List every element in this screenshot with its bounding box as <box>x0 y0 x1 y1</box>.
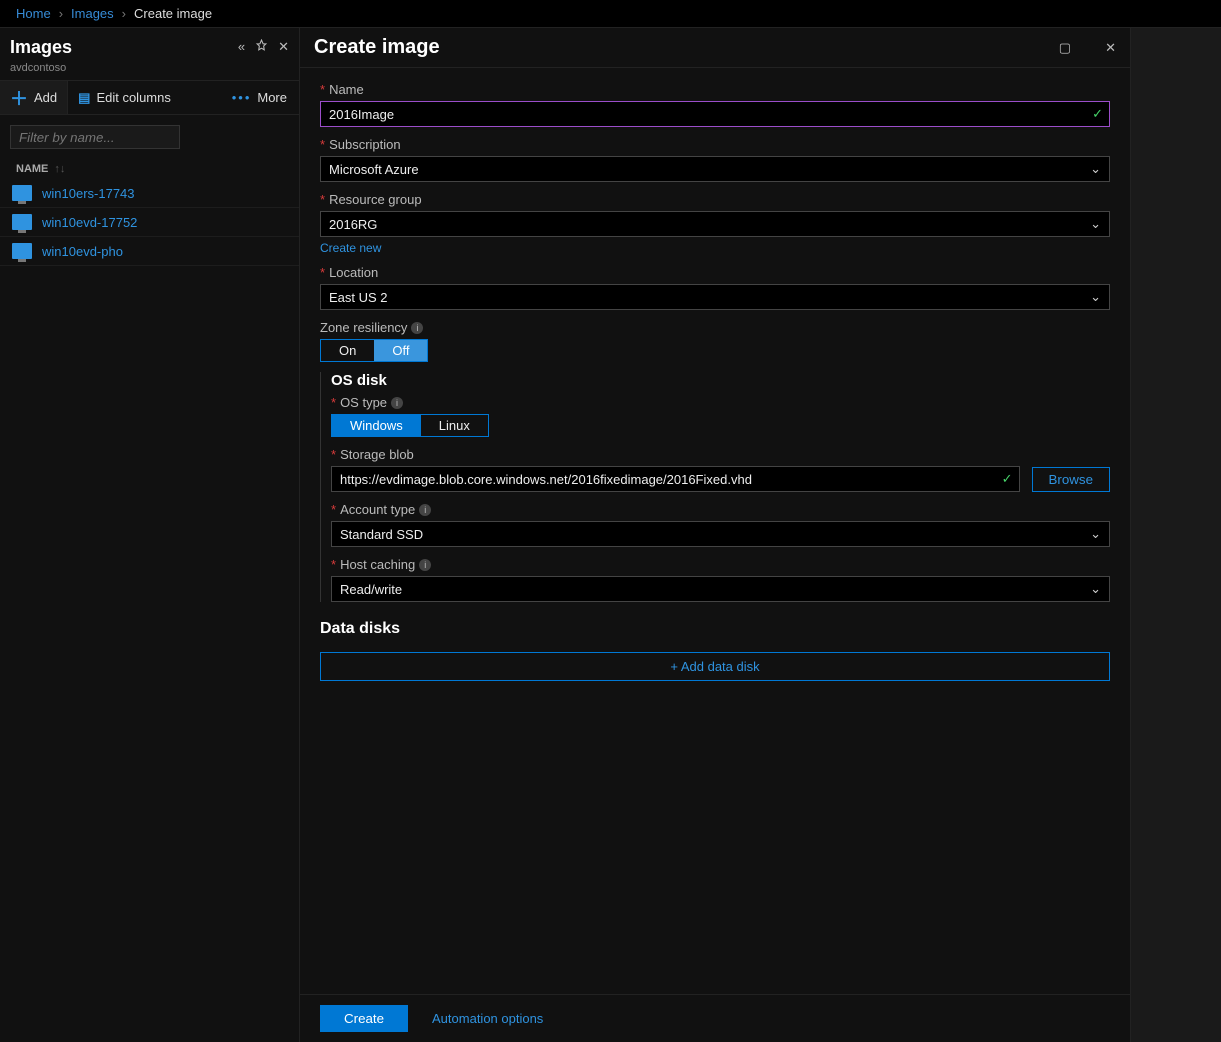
account-type-label: Account type <box>340 502 415 517</box>
os-type-label: OS type <box>340 395 387 410</box>
add-button[interactable]: ＋ Add <box>0 81 68 114</box>
right-gutter <box>1131 28 1221 1042</box>
images-toolbar: ＋ Add ▤ Edit columns ••• More <box>0 81 299 115</box>
chevron-right-icon: › <box>122 6 126 21</box>
add-button-label: Add <box>34 90 57 105</box>
more-label: More <box>257 90 287 105</box>
columns-icon: ▤ <box>78 90 90 106</box>
location-dropdown[interactable]: East US 2 ⌄ <box>320 284 1110 310</box>
close-icon[interactable]: ✕ <box>278 39 289 55</box>
host-caching-label: Host caching <box>340 557 415 572</box>
storage-blob-input[interactable]: https://evdimage.blob.core.windows.net/2… <box>331 466 1020 492</box>
list-item[interactable]: win10evd-pho <box>0 237 299 266</box>
chevron-down-icon: ⌄ <box>1090 161 1101 177</box>
os-disk-heading: OS disk <box>331 372 1110 389</box>
breadcrumb-current: Create image <box>134 6 212 21</box>
storage-blob-label: Storage blob <box>340 447 414 462</box>
list-item-label: win10evd-17752 <box>42 215 137 230</box>
zone-on-option[interactable]: On <box>321 340 374 361</box>
pin-icon[interactable] <box>255 39 268 55</box>
more-button[interactable]: ••• More <box>220 81 299 114</box>
list-item-label: win10evd-pho <box>42 244 123 259</box>
create-button[interactable]: Create <box>320 1005 408 1032</box>
sort-icon: ↑↓ <box>54 163 65 175</box>
create-image-title: Create image <box>314 36 1059 59</box>
account-type-dropdown[interactable]: Standard SSD ⌄ <box>331 521 1110 547</box>
location-label: Location <box>329 265 378 280</box>
os-linux-option[interactable]: Linux <box>421 415 488 436</box>
breadcrumb-home[interactable]: Home <box>16 6 51 21</box>
list-item-label: win10ers-17743 <box>42 186 135 201</box>
check-icon: ✓ <box>1002 471 1013 487</box>
resource-group-label: Resource group <box>329 192 422 207</box>
close-icon[interactable]: ✕ <box>1105 40 1116 56</box>
name-input[interactable]: 2016Image ✓ <box>320 101 1110 127</box>
info-icon[interactable]: i <box>391 397 403 409</box>
os-type-toggle[interactable]: Windows Linux <box>331 414 489 437</box>
edit-columns-button[interactable]: ▤ Edit columns <box>68 81 181 114</box>
create-new-link[interactable]: Create new <box>320 241 381 255</box>
maximize-icon[interactable]: ▢ <box>1059 40 1071 56</box>
create-image-blade: Create image ▢ ✕ *Name 2016Image ✓ <box>300 28 1131 1042</box>
check-icon: ✓ <box>1092 106 1103 122</box>
column-header-name[interactable]: NAME ↑↓ <box>0 159 299 179</box>
list-item[interactable]: win10evd-17752 <box>0 208 299 237</box>
info-icon[interactable]: i <box>419 559 431 571</box>
edit-columns-label: Edit columns <box>96 90 170 105</box>
images-blade-subtitle: avdcontoso <box>0 62 299 81</box>
images-list: win10ers-17743 win10evd-17752 win10evd-p… <box>0 179 299 266</box>
chevron-down-icon: ⌄ <box>1090 526 1101 542</box>
name-label: Name <box>329 82 364 97</box>
add-data-disk-button[interactable]: + Add data disk <box>320 652 1110 681</box>
subscription-dropdown[interactable]: Microsoft Azure ⌄ <box>320 156 1110 182</box>
footer-bar: Create Automation options <box>300 994 1130 1042</box>
host-caching-dropdown[interactable]: Read/write ⌄ <box>331 576 1110 602</box>
browse-button[interactable]: Browse <box>1032 467 1110 492</box>
subscription-label: Subscription <box>329 137 401 152</box>
zone-resiliency-label: Zone resiliency <box>320 320 407 335</box>
plus-icon: ＋ <box>10 85 28 111</box>
zone-resiliency-toggle[interactable]: On Off <box>320 339 428 362</box>
filter-input[interactable] <box>10 125 180 149</box>
automation-options-link[interactable]: Automation options <box>432 1011 543 1026</box>
image-icon <box>12 185 32 201</box>
image-icon <box>12 214 32 230</box>
data-disks-heading: Data disks <box>320 620 1110 638</box>
list-item[interactable]: win10ers-17743 <box>0 179 299 208</box>
breadcrumb-images[interactable]: Images <box>71 6 114 21</box>
chevron-right-icon: › <box>59 6 63 21</box>
ellipsis-icon: ••• <box>232 90 252 105</box>
zone-off-option[interactable]: Off <box>374 340 427 361</box>
os-windows-option[interactable]: Windows <box>332 415 421 436</box>
image-icon <box>12 243 32 259</box>
resource-group-dropdown[interactable]: 2016RG ⌄ <box>320 211 1110 237</box>
info-icon[interactable]: i <box>411 322 423 334</box>
info-icon[interactable]: i <box>419 504 431 516</box>
images-blade: Images « ✕ avdcontoso ＋ Add ▤ Edit colu <box>0 28 300 1042</box>
breadcrumb: Home › Images › Create image <box>0 0 1221 28</box>
chevron-down-icon: ⌄ <box>1090 581 1101 597</box>
chevron-down-icon: ⌄ <box>1090 216 1101 232</box>
collapse-icon[interactable]: « <box>238 39 245 55</box>
images-blade-title: Images <box>10 37 238 58</box>
chevron-down-icon: ⌄ <box>1090 289 1101 305</box>
